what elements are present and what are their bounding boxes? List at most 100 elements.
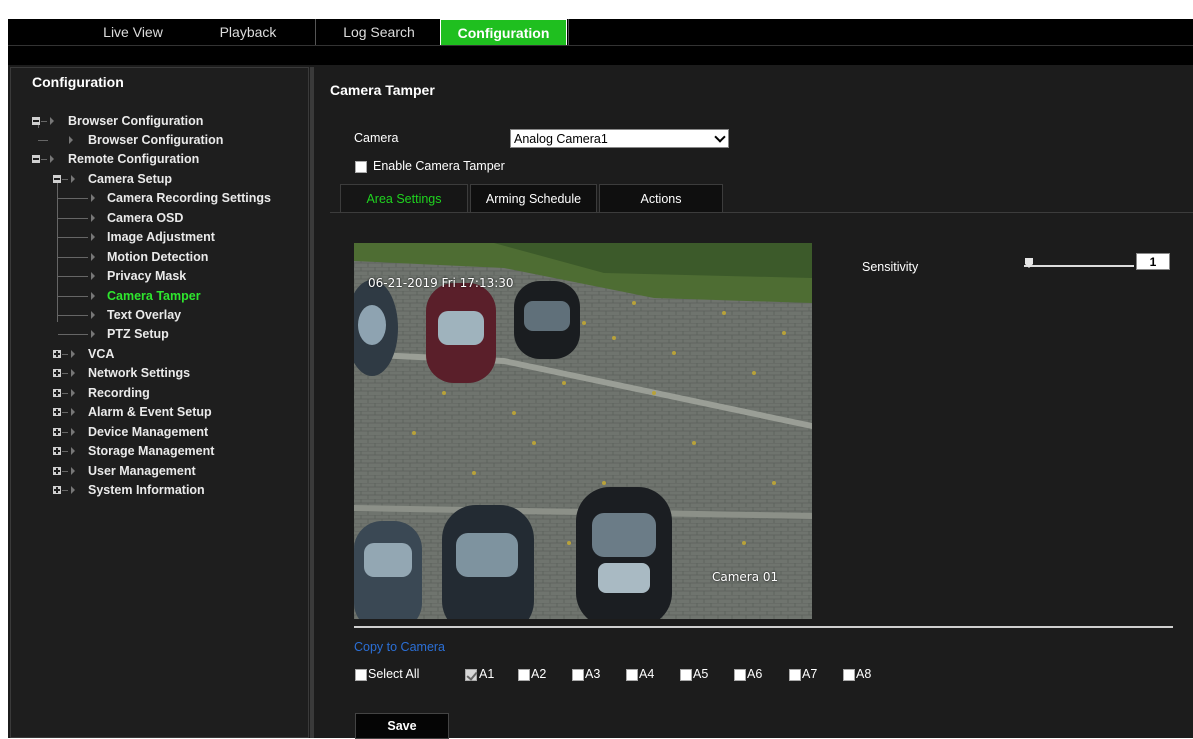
- tab-arming-schedule[interactable]: Arming Schedule: [470, 184, 597, 212]
- tree-line: [38, 140, 48, 141]
- camera-a8-checkbox[interactable]: [843, 669, 855, 681]
- divider: [354, 626, 1173, 628]
- tree-item-alarm-event-setup[interactable]: Alarm & Event Setup: [11, 403, 301, 421]
- arrow-right-icon: [50, 117, 54, 125]
- tree-item-device-management[interactable]: Device Management: [11, 423, 301, 441]
- sensitivity-slider-track[interactable]: [1024, 265, 1134, 267]
- tree-item-motion-detection[interactable]: Motion Detection: [11, 248, 301, 266]
- camera-a1-label: A1: [479, 667, 495, 681]
- camera-select[interactable]: Analog Camera1: [510, 129, 729, 148]
- save-button[interactable]: Save: [355, 713, 449, 739]
- sensitivity-value-input[interactable]: 1: [1136, 253, 1170, 270]
- arrow-right-icon: [71, 428, 75, 436]
- tree-item-camera-setup[interactable]: Camera Setup: [11, 170, 301, 188]
- arrow-right-icon: [91, 311, 95, 319]
- select-all-checkbox[interactable]: [355, 669, 367, 681]
- camera-a6-label: A6: [747, 667, 763, 681]
- tree-item-system-information[interactable]: System Information: [11, 481, 301, 499]
- tree-line: [62, 373, 68, 374]
- nav-tab-log-search[interactable]: Log Search: [318, 19, 440, 45]
- arrow-right-icon: [91, 272, 95, 280]
- nav-separator: [568, 19, 569, 45]
- camera-a2-label: A2: [531, 667, 547, 681]
- collapse-icon[interactable]: [53, 175, 61, 183]
- tree-line: [62, 432, 68, 433]
- tree-line: [62, 471, 68, 472]
- nav-separator: [315, 19, 316, 45]
- tree-line: [62, 490, 68, 491]
- tree-item-label: VCA: [88, 347, 115, 361]
- tree-line: [58, 296, 88, 297]
- config-tree-sidebar: Configuration Browser Configuration Brow…: [10, 67, 309, 738]
- tab-area-settings[interactable]: Area Settings: [340, 184, 468, 212]
- camera-a7-label: A7: [802, 667, 818, 681]
- tree-item-remote-configuration[interactable]: Remote Configuration: [11, 150, 301, 168]
- tree-line: [58, 334, 88, 335]
- tree-line: [62, 354, 68, 355]
- expand-icon[interactable]: [53, 486, 61, 494]
- select-all-label: Select All: [368, 667, 420, 681]
- arrow-right-icon: [91, 194, 95, 202]
- tree-item-label: Browser Configuration: [88, 133, 224, 147]
- tree-item-label: Image Adjustment: [107, 230, 215, 244]
- nav-tab-playback[interactable]: Playback: [193, 19, 303, 45]
- expand-icon[interactable]: [53, 408, 61, 416]
- tree-item-user-management[interactable]: User Management: [11, 462, 301, 480]
- expand-icon[interactable]: [53, 467, 61, 475]
- collapse-icon[interactable]: [32, 155, 40, 163]
- expand-icon[interactable]: [53, 369, 61, 377]
- tree-line: [62, 179, 68, 180]
- tree-item-vca[interactable]: VCA: [11, 345, 301, 363]
- nav-tab-configuration[interactable]: Configuration: [440, 19, 567, 45]
- tree-item-image-adjustment[interactable]: Image Adjustment: [11, 228, 301, 246]
- camera-a3-checkbox[interactable]: [572, 669, 584, 681]
- tree-item-label: User Management: [88, 464, 196, 478]
- arrow-right-icon: [91, 330, 95, 338]
- camera-a2-checkbox[interactable]: [518, 669, 530, 681]
- enable-camera-tamper-checkbox[interactable]: [355, 161, 367, 173]
- camera-a5-checkbox[interactable]: [680, 669, 692, 681]
- tree-item-label: Motion Detection: [107, 250, 209, 264]
- arrow-right-icon: [91, 292, 95, 300]
- tree-item-storage-management[interactable]: Storage Management: [11, 442, 301, 460]
- camera-label: Camera: [354, 131, 399, 145]
- tree-item-browser-configuration[interactable]: Browser Configuration: [11, 112, 301, 130]
- tree-item-label: Network Settings: [88, 366, 191, 380]
- camera-a4-checkbox[interactable]: [626, 669, 638, 681]
- sub-toolbar: [8, 45, 1193, 65]
- tree-item-recording[interactable]: Recording: [11, 384, 301, 402]
- tree-item-camera-recording-settings[interactable]: Camera Recording Settings: [11, 189, 301, 207]
- expand-icon[interactable]: [53, 428, 61, 436]
- tab-actions[interactable]: Actions: [599, 184, 723, 212]
- arrow-right-icon: [91, 253, 95, 261]
- osd-camera-name: Camera 01: [712, 570, 779, 584]
- tree-item-browser-configuration-child[interactable]: Browser Configuration: [11, 131, 301, 149]
- tree-item-label: Remote Configuration: [68, 152, 200, 166]
- tree-item-privacy-mask[interactable]: Privacy Mask: [11, 267, 301, 285]
- tree-item-camera-osd[interactable]: Camera OSD: [11, 209, 301, 227]
- collapse-icon[interactable]: [32, 117, 40, 125]
- camera-a7-checkbox[interactable]: [789, 669, 801, 681]
- camera-a6-checkbox[interactable]: [734, 669, 746, 681]
- arrow-right-icon: [91, 214, 95, 222]
- expand-icon[interactable]: [53, 389, 61, 397]
- tree-item-ptz-setup[interactable]: PTZ Setup: [11, 325, 301, 343]
- arrow-right-icon: [69, 136, 73, 144]
- tree-item-label: System Information: [88, 483, 205, 497]
- expand-icon[interactable]: [53, 350, 61, 358]
- arrow-right-icon: [71, 486, 75, 494]
- copy-to-camera-link[interactable]: Copy to Camera: [354, 640, 445, 654]
- tree-item-camera-tamper[interactable]: Camera Tamper: [11, 287, 301, 305]
- chevron-down-icon: [714, 131, 726, 143]
- camera-a1-checkbox[interactable]: [465, 669, 477, 681]
- tree-item-label: Camera Recording Settings: [107, 191, 271, 205]
- arrow-right-icon: [71, 389, 75, 397]
- tree-item-label: Alarm & Event Setup: [88, 405, 212, 419]
- tree-item-text-overlay[interactable]: Text Overlay: [11, 306, 301, 324]
- tree-item-label: Text Overlay: [107, 308, 182, 322]
- camera-video-preview[interactable]: 06-21-2019 Fri 17:13:30 Camera 01: [354, 243, 812, 619]
- arrow-right-icon: [71, 467, 75, 475]
- tree-item-network-settings[interactable]: Network Settings: [11, 364, 301, 382]
- expand-icon[interactable]: [53, 447, 61, 455]
- nav-tab-live-view[interactable]: Live View: [78, 19, 188, 45]
